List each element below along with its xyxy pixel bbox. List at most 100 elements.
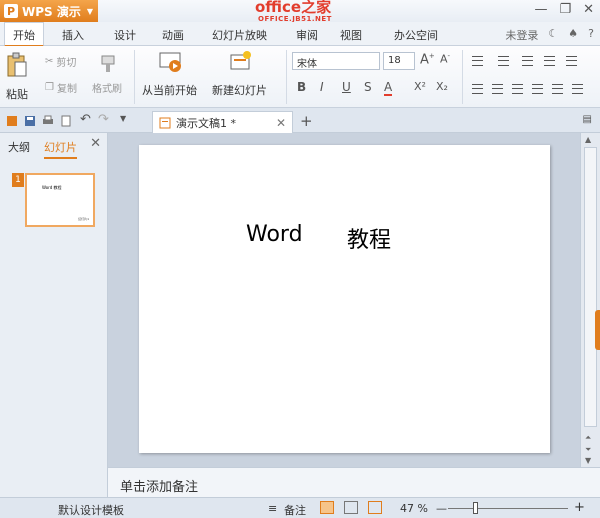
presentation-file-icon (159, 117, 171, 128)
zoom-level: 47 % (400, 502, 428, 515)
chevron-down-icon: ▼ (86, 6, 93, 16)
slide-text-word[interactable]: Word (246, 222, 303, 247)
subscript-button[interactable]: X₂ (436, 80, 448, 93)
help-button[interactable]: ? (588, 27, 594, 43)
tab-list-icon[interactable]: ▤ (583, 114, 592, 125)
print-icon[interactable] (42, 115, 54, 127)
tab-review[interactable]: 审阅 (296, 27, 318, 43)
design-template-label[interactable]: 默认设计模板 (58, 502, 124, 518)
copy-button[interactable]: ❐ 复制 (45, 80, 77, 95)
quick-access-dropdown-icon[interactable]: ▼ (120, 114, 132, 126)
notes-toggle-icon[interactable]: ≡ (268, 502, 277, 515)
thumbnail-text: Word 教程 (42, 185, 62, 190)
slide-sorter-view-button[interactable] (344, 501, 358, 514)
account-area: 未登录 ☾ ♠ ? (505, 27, 594, 43)
slideshow-view-button[interactable] (368, 501, 382, 514)
notes-placeholder: 单击添加备注 (120, 480, 199, 495)
new-slide-icon (230, 51, 251, 70)
format-painter-label[interactable]: 格式刷 (92, 80, 122, 95)
tab-animation[interactable]: 动画 (162, 27, 184, 43)
login-link[interactable]: 未登录 (505, 27, 538, 43)
increase-indent-icon[interactable] (544, 56, 555, 66)
skin-icon[interactable]: ☾ (548, 27, 558, 43)
tab-insert[interactable]: 插入 (62, 27, 84, 43)
distribute-icon[interactable] (552, 84, 563, 94)
bullet-list-icon[interactable] (472, 56, 483, 66)
bold-button[interactable]: B (297, 80, 306, 94)
print-preview-icon[interactable] (60, 115, 72, 127)
grow-font-icon[interactable]: A+ (420, 52, 435, 67)
ribbon-toolbar: 粘贴 ✂ 剪切 ❐ 复制 格式刷 从当前开始 新建幻灯片 宋体 18 A+ A- B… (0, 46, 600, 108)
close-window-button[interactable]: ✕ (583, 2, 594, 17)
wps-logo-icon: P (4, 4, 18, 18)
close-pane-icon[interactable]: ✕ (90, 136, 101, 151)
scroll-thumb[interactable] (584, 147, 597, 427)
document-tab-bar: ↶ ↷ ▼ 演示文稿1 * ✕ + ▤ (0, 109, 600, 133)
tab-outline[interactable]: 大纲 (8, 139, 30, 155)
slide-thumbnail[interactable]: Word 教程 幻灯片1 (25, 173, 95, 227)
font-name-select[interactable]: 宋体 (292, 52, 380, 70)
paste-button[interactable]: 粘贴 (6, 52, 28, 102)
app-home-icon[interactable] (6, 115, 18, 127)
redo-icon[interactable]: ↷ (98, 112, 110, 127)
underline-button[interactable]: U (342, 80, 351, 94)
tab-office-space[interactable]: 办公空间 (394, 27, 438, 43)
tab-view[interactable]: 视图 (340, 27, 362, 43)
side-panel-grip[interactable] (595, 310, 600, 350)
divider (134, 50, 135, 104)
scroll-next-page-icon[interactable]: ⏷ (585, 445, 591, 455)
save-icon[interactable] (24, 115, 36, 127)
font-size-select[interactable]: 18 (383, 52, 415, 70)
scissors-icon: ✂ (45, 56, 54, 67)
close-tab-icon[interactable]: ✕ (276, 116, 286, 130)
new-slide-button[interactable]: 新建幻灯片 (212, 50, 267, 98)
decrease-indent-icon[interactable] (522, 56, 533, 66)
app-name: WPS 演示 (22, 4, 81, 19)
slide-canvas[interactable]: Word 教程 (139, 145, 550, 453)
slide-text-tutorial[interactable]: 教程 (347, 222, 391, 254)
numbered-list-icon[interactable] (498, 56, 509, 66)
notes-area[interactable]: 单击添加备注 (108, 467, 600, 497)
italic-button[interactable]: I (320, 80, 324, 94)
brush-icon (101, 55, 115, 72)
scroll-prev-page-icon[interactable]: ⏶ (585, 433, 591, 443)
scroll-up-icon[interactable]: ▲ (585, 135, 591, 144)
columns-icon[interactable] (572, 84, 583, 94)
format-painter-button[interactable] (98, 54, 118, 74)
tab-design[interactable]: 设计 (114, 27, 136, 43)
divider (286, 50, 287, 104)
watermark-logo: office之家 (255, 0, 332, 16)
restore-button[interactable]: ❐ (559, 2, 571, 17)
justify-icon[interactable] (532, 84, 543, 94)
zoom-out-button[interactable]: — (436, 502, 447, 515)
shirt-icon[interactable]: ♠ (568, 27, 578, 43)
undo-icon[interactable]: ↶ (80, 112, 92, 127)
minimize-button[interactable]: — (534, 2, 547, 17)
align-right-icon[interactable] (512, 84, 523, 94)
font-color-button[interactable]: A (384, 80, 393, 96)
scroll-down-icon[interactable]: ▼ (585, 456, 591, 465)
document-tab[interactable]: 演示文稿1 * ✕ (152, 111, 293, 133)
align-center-icon[interactable] (492, 84, 503, 94)
cut-button[interactable]: ✂ 剪切 (45, 54, 76, 69)
new-tab-button[interactable]: + (300, 112, 313, 130)
zoom-slider-track[interactable] (448, 508, 568, 509)
slides-pane: 大纲 幻灯片 ✕ 1 Word 教程 幻灯片1 (0, 133, 108, 497)
zoom-slider-knob[interactable] (473, 502, 478, 514)
tab-slides[interactable]: 幻灯片 (44, 139, 77, 159)
line-spacing-icon[interactable] (566, 56, 577, 66)
ribbon-tabs: 开始 插入 设计 动画 幻灯片放映 审阅 视图 办公空间 未登录 ☾ ♠ ? (0, 22, 600, 47)
tab-slideshow[interactable]: 幻灯片放映 (212, 27, 267, 43)
play-icon (159, 52, 181, 72)
superscript-button[interactable]: X² (414, 80, 426, 93)
app-menu-button[interactable]: P WPS 演示 ▼ (0, 0, 98, 22)
shrink-font-icon[interactable]: A- (440, 52, 450, 66)
strikethrough-button[interactable]: S (364, 80, 372, 94)
normal-view-button[interactable] (320, 501, 334, 514)
tab-home[interactable]: 开始 (4, 22, 44, 47)
align-left-icon[interactable] (472, 84, 483, 94)
zoom-in-button[interactable]: + (574, 500, 585, 515)
vertical-scrollbar[interactable]: ▲ ⏶ ⏷ ▼ (580, 133, 600, 467)
play-from-current-button[interactable]: 从当前开始 (142, 50, 197, 98)
notes-toggle-button[interactable]: 备注 (284, 502, 306, 518)
